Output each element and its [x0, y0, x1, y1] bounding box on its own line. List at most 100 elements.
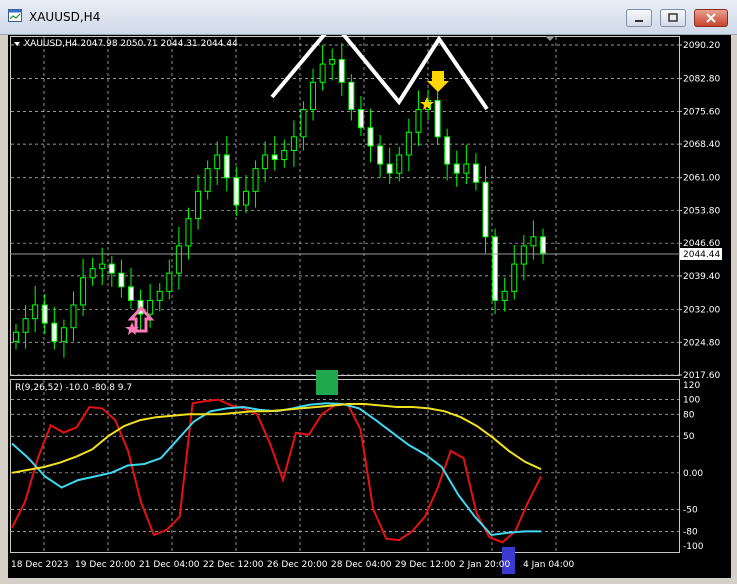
candle-body: [501, 290, 508, 301]
close-icon: [706, 13, 716, 23]
price-tick-label: 2061.00: [683, 174, 720, 184]
candle-body: [175, 245, 182, 274]
candle-body: [22, 318, 29, 333]
price-axis: 2090.20 2082.80 2075.60 2068.40 2061.00 2053.…: [679, 41, 720, 381]
minimize-button[interactable]: [626, 9, 652, 27]
indicator-tick-label: -100: [683, 542, 704, 552]
candle-body: [348, 81, 355, 111]
candle-body: [204, 168, 211, 192]
candle-body: [70, 304, 77, 329]
price-tick-label: 2053.80: [683, 206, 720, 216]
candle-body: [329, 59, 336, 65]
candle-body: [41, 304, 48, 324]
candle-body: [386, 163, 393, 174]
price-tick-label: 2046.60: [683, 239, 720, 249]
indicator-tick-label: -80: [683, 527, 698, 537]
oscillator-lines: [11, 398, 542, 544]
candle-body: [472, 163, 479, 183]
candle-body: [214, 154, 221, 170]
price-tick-label: 2032.00: [683, 306, 720, 316]
candle-body: [271, 154, 278, 161]
candle-body: [118, 272, 125, 288]
oscillator-mid-line: [11, 402, 541, 537]
price-tick-label: 2017.60: [683, 371, 720, 381]
candle-body: [147, 299, 154, 315]
candle-body: [511, 263, 518, 292]
candle-body: [444, 136, 451, 165]
time-tick-label: 19 Dec 20:00: [75, 560, 136, 570]
indicator-tick-label: -50: [683, 505, 698, 515]
title-bar[interactable]: XAUUSD,H4: [0, 0, 737, 35]
candle-body: [540, 236, 546, 254]
candle-body: [185, 218, 192, 247]
oscillator-fast-line: [11, 398, 542, 544]
time-tick-label: 26 Dec 20:00: [267, 560, 328, 570]
sell-arrow-icon: [427, 71, 449, 92]
time-tick-label: 18 Dec 2023: [11, 560, 69, 570]
candle-body: [51, 322, 58, 342]
chart-window: XAUUSD,H4 XAUUSD,H4 2047.98 2050.71 2044…: [0, 0, 737, 584]
candle-body: [396, 154, 403, 174]
candle-body: [463, 163, 470, 174]
indicator-tick-label: 50: [683, 432, 695, 442]
indicator-axis: 120 100 80 50 0.00 -50 -80 -100: [683, 381, 704, 552]
window-title: XAUUSD,H4: [29, 10, 101, 24]
double-top-pattern-line: [270, 19, 489, 111]
chart-canvas[interactable]: XAUUSD,H4 2047.98 2050.71 2044.31 2044.4…: [8, 19, 731, 578]
time-tick-label: 4 Jan 04:00: [523, 560, 575, 570]
chart-window-icon: [8, 9, 22, 22]
time-tick-label: 29 Dec 12:00: [395, 560, 456, 570]
price-header: XAUUSD,H4 2047.98 2050.71 2044.31 2044.4…: [24, 39, 238, 49]
candle-body: [262, 154, 269, 170]
candle-body: [166, 272, 173, 292]
candle-body: [434, 99, 441, 138]
time-axis: 18 Dec 2023 19 Dec 20:00 21 Dec 04:00 22 De…: [11, 560, 575, 570]
symbol-menu-icon[interactable]: [14, 42, 20, 46]
chart-area[interactable]: XAUUSD,H4 2047.98 2050.71 2044.31 2044.4…: [8, 19, 731, 578]
candle-body: [310, 81, 317, 111]
minimize-icon: [635, 20, 643, 22]
candle-body: [281, 149, 288, 161]
price-panel-frame: [10, 36, 680, 376]
candle-body: [32, 304, 39, 320]
candle-body: [60, 327, 67, 342]
candle-body: [290, 136, 297, 151]
candle-body: [300, 109, 307, 138]
candle-body: [99, 263, 106, 270]
candle-body: [80, 277, 87, 306]
candle-body: [520, 245, 527, 265]
restore-button[interactable]: [660, 9, 686, 27]
time-tick-label: 21 Dec 04:00: [139, 560, 200, 570]
candle-body: [338, 59, 345, 83]
indicator-tick-label: 80: [683, 410, 695, 420]
candle-body: [252, 168, 259, 192]
candle-body: [242, 190, 249, 206]
candle-body: [108, 263, 115, 274]
candle-body: [367, 127, 374, 147]
candle-body: [233, 177, 240, 206]
price-tick-label: 2024.80: [683, 338, 720, 348]
indicator-tick-label: 100: [683, 396, 700, 406]
close-button[interactable]: [694, 9, 728, 27]
price-tick-label: 2068.40: [683, 140, 720, 150]
candle-body: [319, 63, 326, 83]
signal-marker-green: [316, 370, 338, 395]
indicator-tick-label: 0.00: [683, 469, 703, 479]
candle-body: [492, 236, 499, 301]
price-tick-label: 2090.20: [683, 41, 720, 51]
candle-body: [195, 190, 202, 220]
candle-body: [482, 181, 489, 238]
price-tick-label: 2082.80: [683, 75, 720, 85]
candle-body: [156, 290, 163, 301]
candle-body: [223, 154, 230, 179]
candle-body: [415, 109, 422, 133]
time-tick-label: 2 Jan 20:00: [459, 560, 511, 570]
candle-body: [89, 268, 96, 279]
indicator-header: R(9,26,52) -10.0 -80.8 9.7: [15, 383, 132, 393]
grid-lines: [11, 37, 679, 552]
candle-body: [357, 109, 364, 129]
chart-shift-marker-icon[interactable]: [545, 36, 555, 41]
restore-icon: [668, 13, 678, 22]
candle-body: [453, 163, 460, 174]
time-tick-label: 28 Dec 04:00: [331, 560, 392, 570]
